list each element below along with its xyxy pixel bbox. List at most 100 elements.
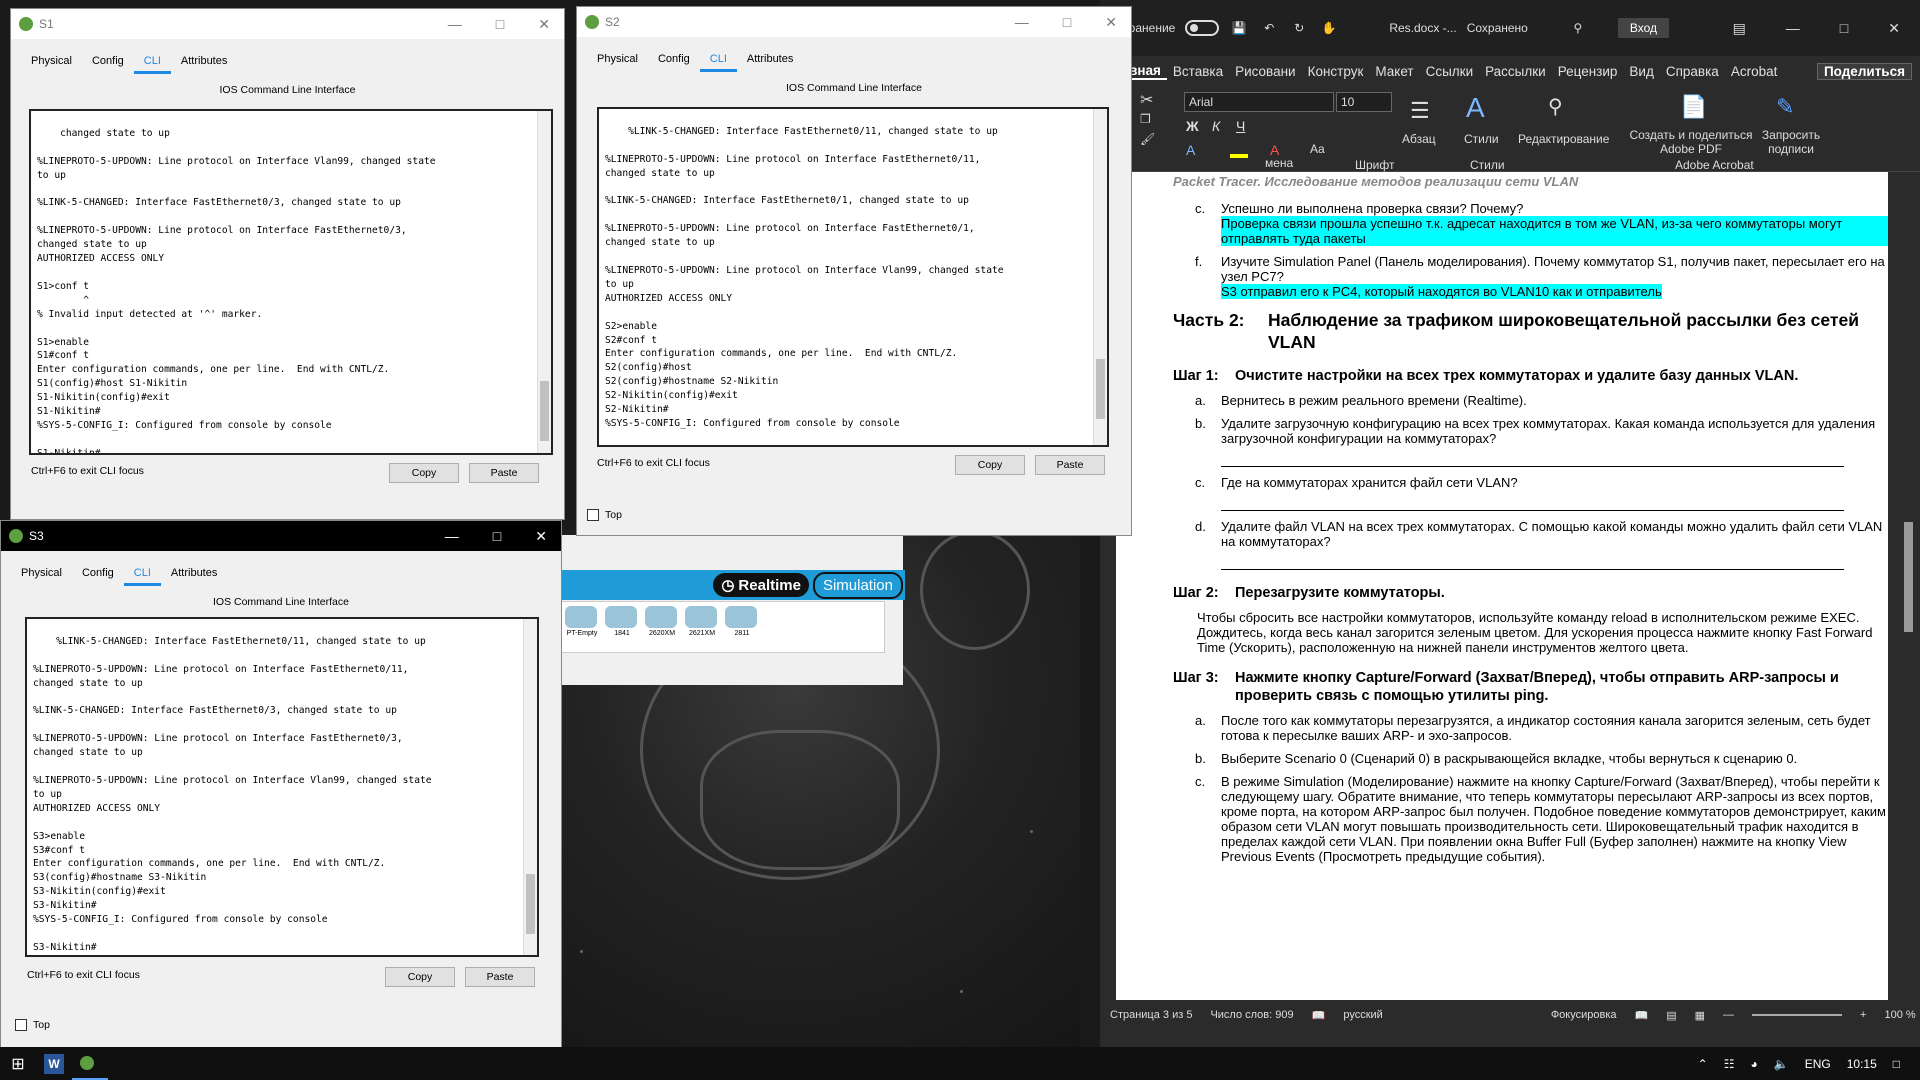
simulation-button[interactable]: Simulation bbox=[812, 571, 903, 599]
minimize-button[interactable]: — bbox=[448, 16, 462, 33]
language-indicator[interactable]: ENG bbox=[1805, 1057, 1831, 1071]
paste-button[interactable]: Paste bbox=[469, 463, 539, 483]
tab-attributes[interactable]: Attributes bbox=[171, 51, 237, 74]
notifications-icon[interactable]: □ bbox=[1893, 1057, 1900, 1071]
font-name-select[interactable]: Arial bbox=[1184, 92, 1334, 112]
styles-icon[interactable]: A bbox=[1466, 92, 1485, 124]
device-item[interactable]: PT-Empty bbox=[565, 606, 599, 648]
cli-terminal[interactable]: %LINK-5-CHANGED: Interface FastEthernet0… bbox=[597, 107, 1109, 447]
ribbon-display-icon[interactable]: ▤ bbox=[1733, 20, 1746, 37]
tab-physical[interactable]: Physical bbox=[587, 49, 648, 72]
word-count[interactable]: Число слов: 909 bbox=[1210, 1009, 1293, 1021]
clock[interactable]: 10:15 bbox=[1847, 1057, 1877, 1071]
wifi-icon[interactable]: ◕ bbox=[1751, 1057, 1758, 1071]
sign-in-button[interactable]: Вход bbox=[1617, 18, 1669, 38]
top-checkbox[interactable]: Top bbox=[15, 1019, 50, 1031]
tab-config[interactable]: Config bbox=[648, 49, 700, 72]
maximize-button[interactable]: □ bbox=[496, 16, 504, 33]
request-signatures-button[interactable]: Запросить подписи bbox=[1758, 128, 1824, 156]
cli-scrollbar[interactable] bbox=[523, 619, 537, 955]
zoom-slider[interactable] bbox=[1752, 1014, 1843, 1016]
close-button[interactable]: ✕ bbox=[535, 528, 547, 545]
create-pdf-icon[interactable]: 📄 bbox=[1680, 94, 1707, 120]
cli-terminal[interactable]: changed state to up %LINEPROTO-5-UPDOWN:… bbox=[29, 109, 553, 455]
undo-icon[interactable]: ↶ bbox=[1259, 21, 1279, 35]
cli-terminal[interactable]: %LINK-5-CHANGED: Interface FastEthernet0… bbox=[25, 617, 539, 957]
tab-layout[interactable]: Макет bbox=[1369, 64, 1419, 79]
paste-button[interactable]: Paste bbox=[465, 967, 535, 987]
editing-button[interactable]: Редактирование bbox=[1518, 132, 1609, 146]
focus-mode[interactable]: Фокусировка bbox=[1551, 1009, 1617, 1021]
zoom-out-icon[interactable]: — bbox=[1723, 1009, 1734, 1021]
touch-mode-icon[interactable]: ✋ bbox=[1319, 21, 1339, 35]
tab-config[interactable]: Config bbox=[72, 563, 124, 586]
device-item[interactable]: 2811 bbox=[725, 606, 759, 648]
windows-start-icon[interactable]: ⊞ bbox=[0, 1054, 36, 1074]
maximize-button[interactable]: □ bbox=[1063, 14, 1071, 31]
maximize-button[interactable]: □ bbox=[1840, 20, 1848, 37]
volume-icon[interactable]: 🔈 bbox=[1774, 1057, 1789, 1071]
packet-tracer-taskbar-icon[interactable] bbox=[72, 1047, 108, 1080]
save-icon[interactable]: 💾 bbox=[1229, 21, 1249, 35]
copy-icon[interactable]: ❐ bbox=[1140, 112, 1151, 126]
tab-draw[interactable]: Рисовани bbox=[1229, 64, 1301, 79]
zoom-level[interactable]: 100 % bbox=[1884, 1009, 1915, 1021]
document-scrollbar[interactable] bbox=[1898, 172, 1920, 1000]
tab-references[interactable]: Ссылки bbox=[1420, 64, 1480, 79]
minimize-button[interactable]: — bbox=[1786, 20, 1800, 37]
bold-icon[interactable]: Ж bbox=[1186, 118, 1199, 134]
device-item[interactable]: 1841 bbox=[605, 606, 639, 648]
font-size-select[interactable]: 10 bbox=[1336, 92, 1392, 112]
tab-insert[interactable]: Вставка bbox=[1167, 64, 1229, 79]
tab-cli[interactable]: CLI bbox=[123, 563, 161, 586]
redo-icon[interactable]: ↻ bbox=[1289, 21, 1309, 35]
minimize-button[interactable]: — bbox=[1015, 14, 1029, 31]
proofing-icon[interactable]: 📖 bbox=[1312, 1009, 1326, 1022]
checkbox-box[interactable] bbox=[15, 1019, 27, 1031]
scroll-thumb[interactable] bbox=[1904, 522, 1913, 632]
cli-scrollbar[interactable] bbox=[1093, 109, 1107, 445]
tab-review[interactable]: Рецензир bbox=[1552, 64, 1624, 79]
maximize-button[interactable]: □ bbox=[493, 528, 501, 545]
tab-physical[interactable]: Physical bbox=[11, 563, 72, 586]
autosave-toggle[interactable] bbox=[1185, 20, 1220, 36]
create-share-pdf-button[interactable]: Создать и поделиться Adobe PDF bbox=[1626, 128, 1756, 156]
network-icon[interactable]: ☷ bbox=[1724, 1057, 1735, 1071]
cut-icon[interactable]: ✂ bbox=[1140, 90, 1153, 110]
scroll-thumb[interactable] bbox=[1096, 359, 1105, 419]
format-painter-icon[interactable]: 🖌 bbox=[1140, 132, 1155, 146]
tab-attributes[interactable]: Attributes bbox=[161, 563, 227, 586]
copy-button[interactable]: Copy bbox=[389, 463, 459, 483]
tab-config[interactable]: Config bbox=[82, 51, 134, 74]
scroll-thumb[interactable] bbox=[540, 381, 549, 441]
tab-mailings[interactable]: Рассылки bbox=[1479, 64, 1552, 79]
tab-acrobat[interactable]: Acrobat bbox=[1725, 64, 1784, 79]
text-effects-icon[interactable]: A bbox=[1186, 142, 1195, 158]
checkbox-box[interactable] bbox=[587, 509, 599, 521]
tab-design[interactable]: Конструк bbox=[1302, 64, 1370, 79]
tab-help[interactable]: Справка bbox=[1660, 64, 1725, 79]
page-count[interactable]: Страница 3 из 5 bbox=[1110, 1009, 1192, 1021]
doc-saved-status[interactable]: Сохранено bbox=[1467, 21, 1528, 35]
zoom-in-icon[interactable]: + bbox=[1860, 1009, 1866, 1021]
paste-button[interactable]: Paste bbox=[1035, 455, 1105, 475]
tab-cli[interactable]: CLI bbox=[133, 51, 171, 74]
tab-physical[interactable]: Physical bbox=[21, 51, 82, 74]
document-page[interactable]: Packet Tracer. Исследование методов реал… bbox=[1116, 172, 1888, 1000]
word-taskbar-icon[interactable]: W bbox=[36, 1047, 72, 1080]
print-layout-icon[interactable]: ▤ bbox=[1666, 1009, 1676, 1022]
paragraph-icon[interactable]: ☰ bbox=[1410, 98, 1430, 124]
close-button[interactable]: ✕ bbox=[1888, 20, 1900, 37]
copy-button[interactable]: Copy bbox=[955, 455, 1025, 475]
language[interactable]: русский bbox=[1343, 1009, 1382, 1021]
italic-icon[interactable]: К bbox=[1212, 118, 1220, 134]
underline-icon[interactable]: Ч bbox=[1236, 118, 1245, 134]
top-checkbox[interactable]: Top bbox=[587, 509, 622, 521]
copy-button[interactable]: Copy bbox=[385, 967, 455, 987]
close-button[interactable]: ✕ bbox=[1105, 14, 1117, 31]
cli-scrollbar[interactable] bbox=[537, 111, 551, 453]
realtime-button[interactable]: ◷ Realtime bbox=[713, 573, 809, 597]
read-mode-icon[interactable]: 📖 bbox=[1635, 1009, 1649, 1022]
device-item[interactable]: 2621XM bbox=[685, 606, 719, 648]
request-sign-icon[interactable]: ✎ bbox=[1776, 94, 1794, 120]
